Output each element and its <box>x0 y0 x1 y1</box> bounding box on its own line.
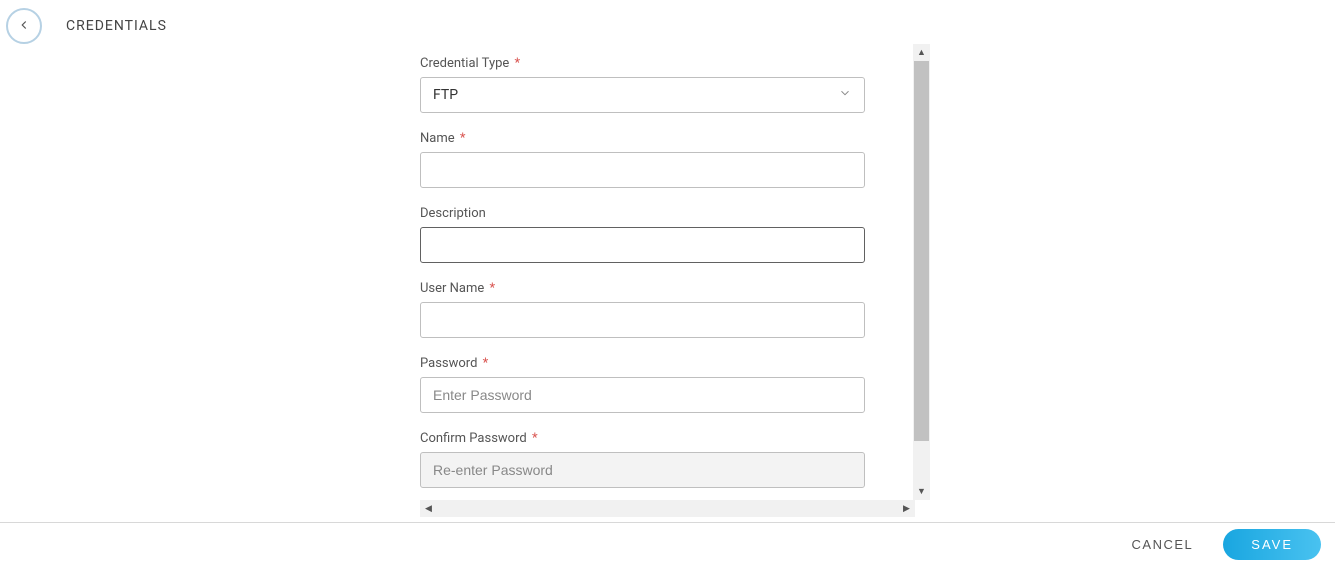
form-container: Credential Type * FTP Name * Description <box>420 44 920 500</box>
form-scroll-area: Credential Type * FTP Name * Description <box>420 44 880 500</box>
user-name-label: User Name * <box>420 281 870 296</box>
field-description: Description <box>420 206 870 263</box>
label-text: Credential Type <box>420 56 509 71</box>
required-indicator: * <box>483 356 489 371</box>
footer-actions: CANCEL SAVE <box>0 522 1335 566</box>
required-indicator: * <box>515 56 521 71</box>
scroll-right-arrow-icon[interactable]: ▶ <box>898 500 915 517</box>
chevron-down-icon <box>838 86 852 104</box>
password-input[interactable] <box>420 377 865 413</box>
confirm-password-input[interactable] <box>420 452 865 488</box>
label-text: Confirm Password <box>420 431 527 446</box>
description-input[interactable] <box>420 227 865 263</box>
scroll-up-arrow-icon[interactable]: ▲ <box>913 44 930 61</box>
chevron-left-icon <box>17 18 31 35</box>
password-label: Password * <box>420 356 870 371</box>
field-confirm-password: Confirm Password * <box>420 431 870 488</box>
required-indicator: * <box>490 281 496 296</box>
cancel-button[interactable]: CANCEL <box>1132 537 1194 552</box>
confirm-password-label: Confirm Password * <box>420 431 870 446</box>
page-title: CREDENTIALS <box>66 18 167 34</box>
required-indicator: * <box>532 431 538 446</box>
name-input[interactable] <box>420 152 865 188</box>
label-text: Name <box>420 131 455 146</box>
user-name-input[interactable] <box>420 302 865 338</box>
field-name: Name * <box>420 131 870 188</box>
description-label: Description <box>420 206 870 221</box>
label-text: User Name <box>420 281 484 296</box>
vertical-scroll-thumb[interactable] <box>914 61 929 441</box>
field-password: Password * <box>420 356 870 413</box>
field-user-name: User Name * <box>420 281 870 338</box>
label-text: Password <box>420 356 477 371</box>
scroll-down-arrow-icon[interactable]: ▼ <box>913 483 930 500</box>
name-label: Name * <box>420 131 870 146</box>
save-button[interactable]: SAVE <box>1223 529 1321 560</box>
credential-type-label: Credential Type * <box>420 56 870 71</box>
horizontal-scrollbar[interactable]: ◀ ▶ <box>420 500 915 517</box>
select-value: FTP <box>433 87 458 103</box>
credential-type-select[interactable]: FTP <box>420 77 865 113</box>
vertical-scrollbar[interactable]: ▲ ▼ <box>913 44 930 500</box>
required-indicator: * <box>460 131 466 146</box>
back-button[interactable] <box>6 8 42 44</box>
scroll-left-arrow-icon[interactable]: ◀ <box>420 500 437 517</box>
field-credential-type: Credential Type * FTP <box>420 56 870 113</box>
